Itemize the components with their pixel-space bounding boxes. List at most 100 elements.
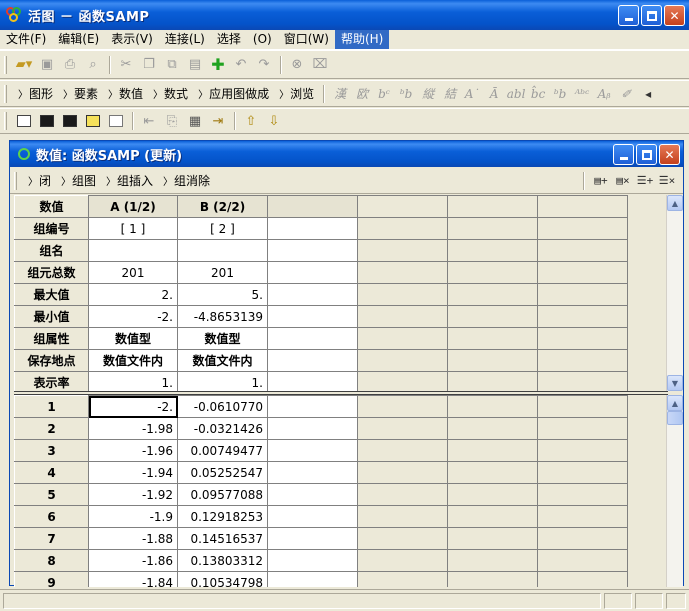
paste-icon[interactable]: ▤	[184, 55, 206, 75]
replace-icon[interactable]: ⌧	[309, 55, 331, 75]
close-button[interactable]: ✕	[664, 5, 685, 26]
empty-cell[interactable]	[537, 327, 628, 350]
bracket-icon[interactable]: b̂c	[527, 87, 549, 101]
accent-icon[interactable]: Ā	[483, 87, 505, 101]
empty-cell[interactable]	[537, 417, 628, 440]
empty-cell[interactable]	[537, 261, 628, 284]
table-icon[interactable]: ▦	[184, 111, 206, 131]
empty-cell[interactable]	[357, 239, 448, 262]
app-logo-icon[interactable]	[6, 7, 22, 23]
value-cell-b[interactable]: 0.12918253	[177, 505, 268, 528]
back-icon[interactable]: ⇤	[138, 111, 160, 131]
empty-cell[interactable]	[357, 571, 448, 587]
font-style-icon[interactable]: 漢	[329, 85, 351, 102]
property-cell-b[interactable]: 5.	[177, 283, 268, 306]
empty-cell[interactable]	[447, 239, 538, 262]
cmd-elements[interactable]: 〉要素	[58, 85, 103, 102]
empty-cell[interactable]	[537, 395, 628, 418]
empty-cell[interactable]	[267, 505, 358, 528]
fit-both-icon[interactable]	[59, 111, 81, 131]
column-header-a[interactable]: A (1/2)	[88, 195, 178, 218]
empty-cell[interactable]	[447, 217, 538, 240]
empty-cell[interactable]	[357, 549, 448, 572]
value-cell-a[interactable]: -1.88	[88, 527, 178, 550]
cmd-formula[interactable]: 〉数式	[148, 85, 193, 102]
menu-window[interactable]: 窗口(W)	[278, 30, 335, 49]
empty-cell[interactable]	[267, 327, 358, 350]
empty-cell[interactable]	[447, 527, 538, 550]
empty-cell[interactable]	[537, 349, 628, 372]
delete-column-icon[interactable]: ▤×	[613, 172, 633, 188]
empty-cell[interactable]	[267, 349, 358, 372]
subscript-icon[interactable]: bᶜ	[373, 87, 395, 101]
empty-cell[interactable]	[267, 439, 358, 462]
empty-cell[interactable]	[357, 349, 448, 372]
accent-icon[interactable]: A˙	[461, 87, 483, 101]
value-cell-a[interactable]: -1.98	[88, 417, 178, 440]
empty-cell[interactable]	[357, 527, 448, 550]
empty-cell[interactable]	[447, 549, 538, 572]
cut-icon[interactable]: ✂	[115, 55, 137, 75]
property-cell-b[interactable]	[177, 239, 268, 262]
toolbar-grip[interactable]	[4, 55, 7, 74]
scroll-down-icon[interactable]: ▼	[667, 375, 683, 391]
value-cell-a[interactable]: -1.96	[88, 439, 178, 462]
row-number[interactable]: 3	[14, 439, 89, 462]
property-cell-b[interactable]: -4.8653139	[177, 305, 268, 328]
empty-cell[interactable]	[447, 505, 538, 528]
empty-cell[interactable]	[357, 261, 448, 284]
cmd-values[interactable]: 〉数值	[103, 85, 148, 102]
menu-select[interactable]: 选择	[211, 30, 247, 49]
properties-vertical-scrollbar[interactable]: ▲ ▼	[666, 195, 683, 391]
paste-special-icon[interactable]: ⧉	[161, 55, 183, 75]
empty-cell[interactable]	[447, 305, 538, 328]
menu-view[interactable]: 表示(V)	[105, 30, 159, 49]
text-abl-icon[interactable]: abl	[505, 87, 527, 101]
cmd-app-graph[interactable]: 〉应用图做成	[193, 85, 274, 102]
empty-cell[interactable]	[267, 239, 358, 262]
maximize-button[interactable]	[641, 5, 662, 26]
empty-cell[interactable]	[357, 417, 448, 440]
empty-cell[interactable]	[537, 439, 628, 462]
empty-cell[interactable]	[537, 571, 628, 587]
empty-cell[interactable]	[267, 305, 358, 328]
value-cell-a[interactable]: -1.94	[88, 461, 178, 484]
value-cell-a[interactable]: -2.	[88, 395, 178, 418]
cmd-group-graph[interactable]: 〉组图	[56, 172, 101, 189]
insert-row-icon[interactable]: ☰+	[635, 172, 655, 188]
values-vertical-scrollbar[interactable]: ▲	[666, 395, 683, 587]
empty-cell[interactable]	[357, 217, 448, 240]
column-header-empty[interactable]	[447, 195, 538, 218]
row-number[interactable]: 7	[14, 527, 89, 550]
minimize-button[interactable]	[618, 5, 639, 26]
move-up-icon[interactable]: ⇧	[240, 111, 262, 131]
menu-edit[interactable]: 编辑(E)	[52, 30, 105, 49]
value-cell-b[interactable]: 0.00749477	[177, 439, 268, 462]
child-close-button[interactable]: ✕	[659, 144, 680, 165]
empty-cell[interactable]	[537, 305, 628, 328]
empty-cell[interactable]	[447, 261, 538, 284]
fit-width-icon[interactable]	[36, 111, 58, 131]
empty-cell[interactable]	[447, 461, 538, 484]
empty-cell[interactable]	[357, 395, 448, 418]
empty-cell[interactable]	[357, 461, 448, 484]
empty-cell[interactable]	[537, 505, 628, 528]
empty-cell[interactable]	[267, 549, 358, 572]
property-cell-a[interactable]: 数值型	[88, 327, 178, 350]
empty-cell[interactable]	[537, 483, 628, 506]
redo-icon[interactable]: ↷	[253, 55, 275, 75]
scroll-up-icon[interactable]: ▲	[667, 195, 683, 211]
value-cell-b[interactable]: -0.0321426	[177, 417, 268, 440]
resize-grip-icon[interactable]	[666, 593, 686, 609]
first-icon[interactable]	[13, 111, 35, 131]
empty-cell[interactable]	[537, 217, 628, 240]
superscript-icon[interactable]: ᵇb	[395, 87, 417, 101]
text-abc-icon[interactable]: ᴬᵇᶜ	[571, 87, 593, 101]
property-cell-a[interactable]: -2.	[88, 305, 178, 328]
font-style-icon[interactable]: 欧	[351, 85, 373, 102]
value-cell-b[interactable]: 0.13803312	[177, 549, 268, 572]
scroll-up-icon[interactable]: ▲	[667, 395, 683, 411]
column-header-b[interactable]: B (2/2)	[177, 195, 268, 218]
empty-cell[interactable]	[447, 439, 538, 462]
save-icon[interactable]: ▣	[36, 55, 58, 75]
